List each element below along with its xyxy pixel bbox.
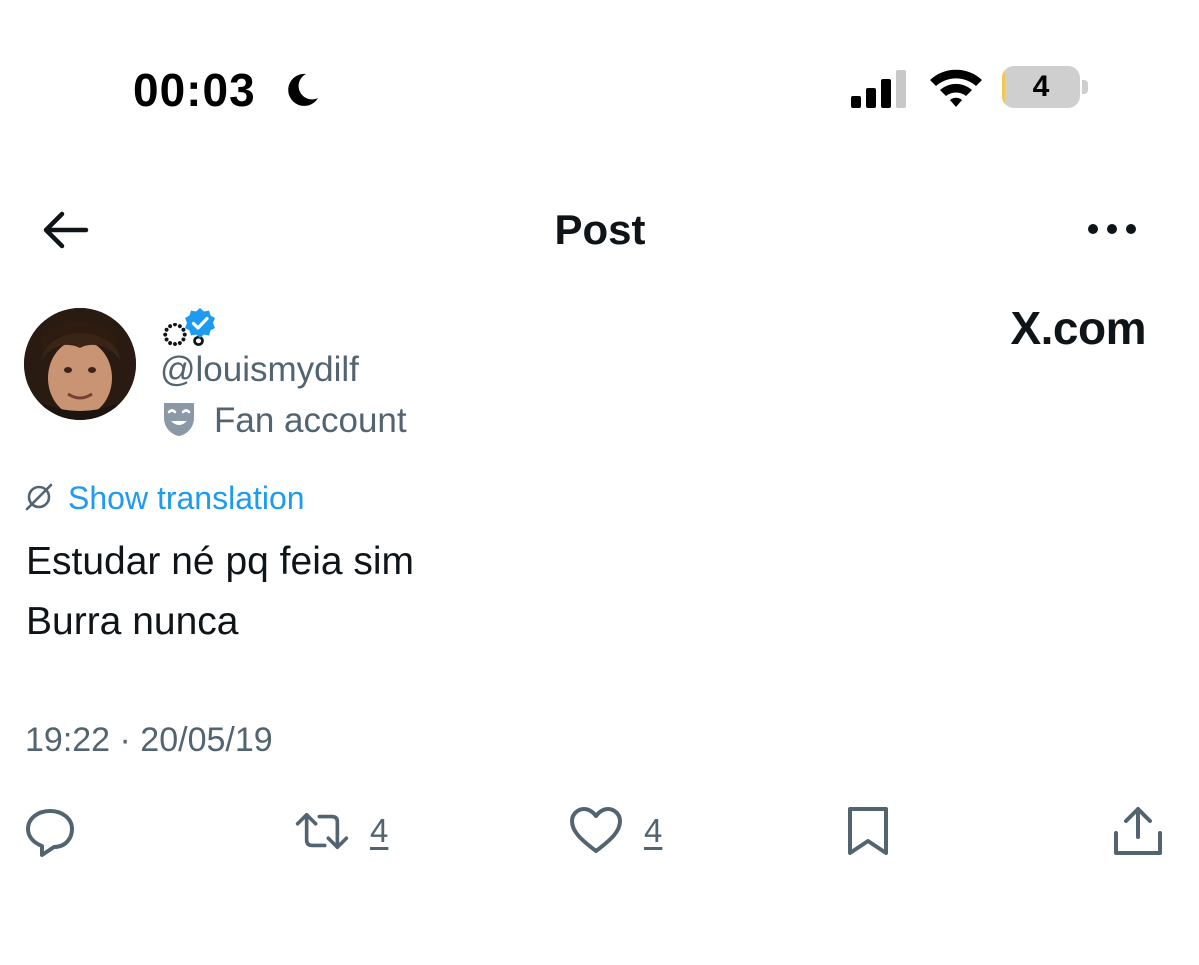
back-arrow-icon[interactable] [38,206,92,254]
user-handle[interactable]: @louismydilf [160,348,359,392]
verified-badge-icon [185,308,215,338]
wifi-icon [930,69,982,107]
retweet-count[interactable]: 4 [370,811,388,851]
share-button[interactable] [1110,802,1166,860]
avatar[interactable] [24,308,136,420]
battery-level: 4 [1032,70,1050,103]
retweet-icon [295,812,349,850]
like-count[interactable]: 4 [644,811,662,851]
watermark: X.com [1010,302,1146,354]
share-icon [1114,807,1162,855]
reply-icon [26,809,74,857]
avatar-photo [24,308,136,420]
theater-mask-icon [164,403,194,436]
moon-icon [288,73,318,106]
bookmark-icon [848,807,888,855]
battery-tip [1082,80,1088,94]
status-time: 00:03 [133,64,256,116]
translate-globe-icon [25,483,53,511]
more-options-icon[interactable] [1084,214,1140,244]
post-text: Estudar né pq feia sim Burra nunca [26,540,415,643]
like-button[interactable]: 4 [568,802,662,860]
retweet-button[interactable]: 4 [294,802,388,860]
page-title: Post [554,206,646,253]
heart-icon [570,807,622,853]
show-translation-link[interactable]: Show translation [68,478,305,518]
cellular-signal-icon [851,70,906,108]
affiliation-label: Fan account [214,401,407,440]
battery-indicator: 4 [1002,66,1088,110]
post-timestamp[interactable]: 19:22 · 20/05/19 [25,718,273,762]
bookmark-button[interactable] [840,802,896,860]
reply-button[interactable] [22,802,78,860]
